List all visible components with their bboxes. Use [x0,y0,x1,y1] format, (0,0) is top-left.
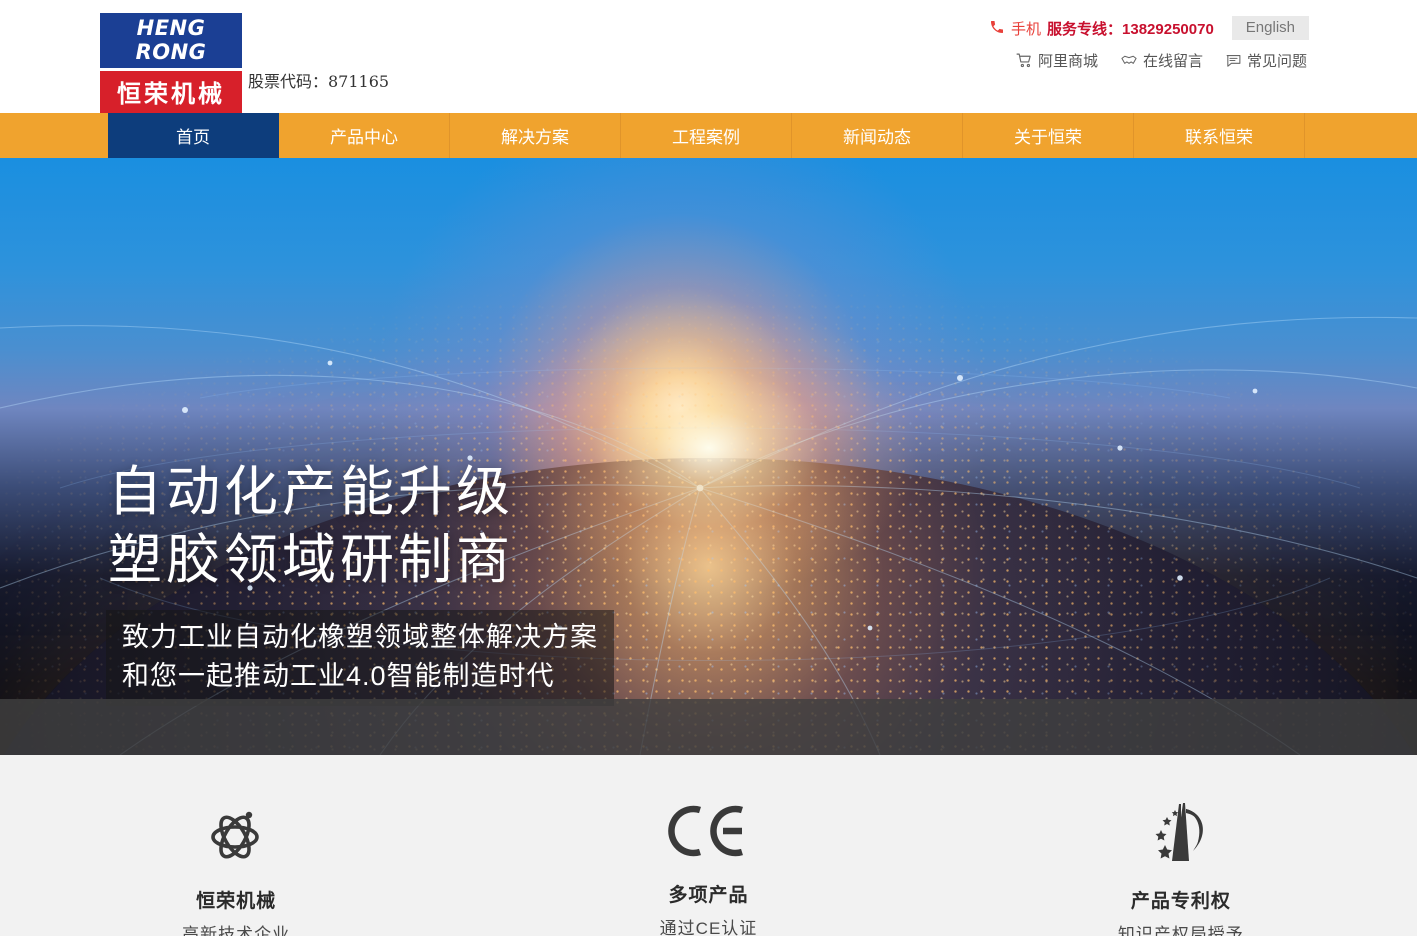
feature-item-patents[interactable]: 产品专利权 知识产权局授予 [945,755,1417,936]
quick-links: 阿里商城 在线留言 常见问题 [989,50,1309,71]
feature-desc: 高新技术企业 [182,925,291,936]
hero-bottom-bar [0,699,1417,755]
patent-icon [1145,802,1217,866]
site-logo[interactable]: HENG RONG 恒荣机械 [100,13,242,113]
hero-subtitle-line-2: 和您一起推动工业4.0智能制造时代 [122,661,555,691]
ce-mark-icon [666,802,750,860]
nav-item-news[interactable]: 新闻动态 [792,113,963,158]
feature-title: 产品专利权 [1130,891,1231,912]
nav-item-products[interactable]: 产品中心 [279,113,450,158]
hero-subtitle: 致力工业自动化橡塑领域整体解决方案 和您一起推动工业4.0智能制造时代 [106,610,614,706]
feature-desc: 知识产权局授予 [1117,925,1244,936]
header-utility-area: 手机 服务专线：13829250070 English 阿里商城 在线留言 常见… [989,16,1309,71]
quick-link-label: 在线留言 [1142,53,1203,70]
hotline-label: 手机 [1011,20,1042,38]
stock-code-label: 股票代码：871165 [248,72,390,91]
feature-item-hi-tech[interactable]: 恒荣机械 高新技术企业 [0,755,472,936]
atom-icon [204,802,268,866]
nav-item-cases[interactable]: 工程案例 [621,113,792,158]
logo-chinese-text: 恒荣机械 [100,71,242,113]
hotline-row: 手机 服务专线：13829250070 English [989,16,1309,40]
nav-item-solutions[interactable]: 解决方案 [450,113,621,158]
main-navigation: 首页 产品中心 解决方案 工程案例 新闻动态 关于恒荣 联系恒荣 [0,113,1417,161]
logo-english-text: HENG RONG [100,13,242,68]
hotline-number: 服务专线：13829250070 [1047,20,1214,38]
chat-bubble-icon [1225,52,1242,69]
nav-item-about[interactable]: 关于恒荣 [963,113,1134,158]
hero-heading-line-1: 自动化产能升级 [108,462,514,522]
feature-title: 恒荣机械 [196,891,277,912]
handshake-icon [1120,52,1138,69]
english-language-button[interactable]: English [1231,16,1309,40]
hero-subtitle-line-1: 致力工业自动化橡塑领域整体解决方案 [122,622,598,652]
feature-highlights: 恒荣机械 高新技术企业 多项产品 通过CE认证 产品专利权 知识产权局授予 [0,755,1417,936]
quick-link-online-message[interactable]: 在线留言 [1120,50,1203,71]
nav-left-spacer [0,113,108,158]
quick-link-alibaba-mall[interactable]: 阿里商城 [1016,50,1098,71]
site-header: HENG RONG 恒荣机械 股票代码：871165 手机 服务专线：13829… [0,0,1417,113]
quick-link-label: 阿里商城 [1037,53,1098,70]
quick-link-faq[interactable]: 常见问题 [1225,50,1307,71]
hero-carousel: 自动化产能升级 塑胶领域研制商 致力工业自动化橡塑领域整体解决方案 和您一起推动… [0,158,1417,755]
feature-title: 多项产品 [668,885,749,906]
quick-link-label: 常见问题 [1246,53,1307,70]
nav-item-contact[interactable]: 联系恒荣 [1134,113,1305,158]
phone-icon [989,19,1005,38]
feature-item-ce-certified[interactable]: 多项产品 通过CE认证 [472,755,944,936]
feature-desc: 通过CE认证 [659,919,758,936]
hero-heading: 自动化产能升级 塑胶领域研制商 [108,458,514,594]
nav-item-home[interactable]: 首页 [108,113,279,158]
cart-icon [1016,52,1033,69]
hero-heading-line-2: 塑胶领域研制商 [108,530,514,590]
